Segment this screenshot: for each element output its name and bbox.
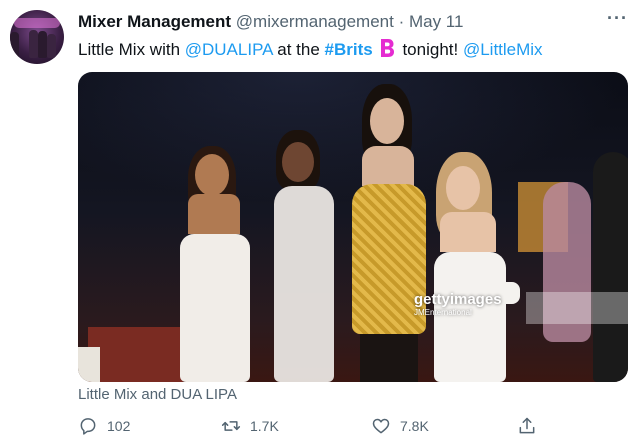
watermark-credit: JMEnternational <box>414 308 472 317</box>
tweet-text-part: tonight! <box>397 40 463 59</box>
more-icon[interactable]: ··· <box>607 8 628 29</box>
tweet-date[interactable]: May 11 <box>409 12 464 31</box>
hashtag-brits[interactable]: #Brits <box>325 40 373 59</box>
mention-dualipa[interactable]: @DUALIPA <box>185 40 273 59</box>
author-name[interactable]: Mixer Management <box>78 12 231 31</box>
separator-dot: · <box>398 12 405 31</box>
watermark-brand: gettyimages <box>414 291 502 308</box>
tweet[interactable]: Mixer Management @mixermanagement · May … <box>0 0 640 447</box>
retweet-count: 1.7K <box>250 418 279 434</box>
reply-button[interactable]: 102 <box>78 416 130 436</box>
share-button[interactable] <box>517 416 537 436</box>
retweet-icon <box>221 421 241 431</box>
brits-hashflag-icon <box>380 39 394 57</box>
like-count: 7.8K <box>400 418 429 434</box>
reply-count: 102 <box>107 418 131 434</box>
author-handle[interactable]: @mixermanagement <box>236 12 394 31</box>
tweet-header: Mixer Management @mixermanagement · May … <box>78 11 463 33</box>
mention-littlemix[interactable]: @LittleMix <box>463 40 543 59</box>
photo-person <box>422 152 520 382</box>
tweet-photo[interactable]: gettyimages JMEnternational <box>78 72 628 382</box>
like-icon <box>372 418 390 434</box>
avatar[interactable] <box>10 10 64 64</box>
tweet-text-part: at the <box>272 40 325 59</box>
getty-watermark: gettyimages JMEnternational <box>414 291 502 318</box>
like-button[interactable]: 7.8K <box>371 416 429 436</box>
reply-icon <box>80 418 96 435</box>
tweet-text-part: Little Mix with <box>78 40 185 59</box>
media-caption: Little Mix and DUA LIPA <box>78 386 237 403</box>
retweet-button[interactable]: 1.7K <box>221 416 279 436</box>
tweet-text: Little Mix with @DUALIPA at the #Brits t… <box>78 38 543 62</box>
photo-person <box>170 146 270 382</box>
share-icon <box>519 417 535 434</box>
action-bar: 102 1.7K 7.8K <box>78 416 628 440</box>
